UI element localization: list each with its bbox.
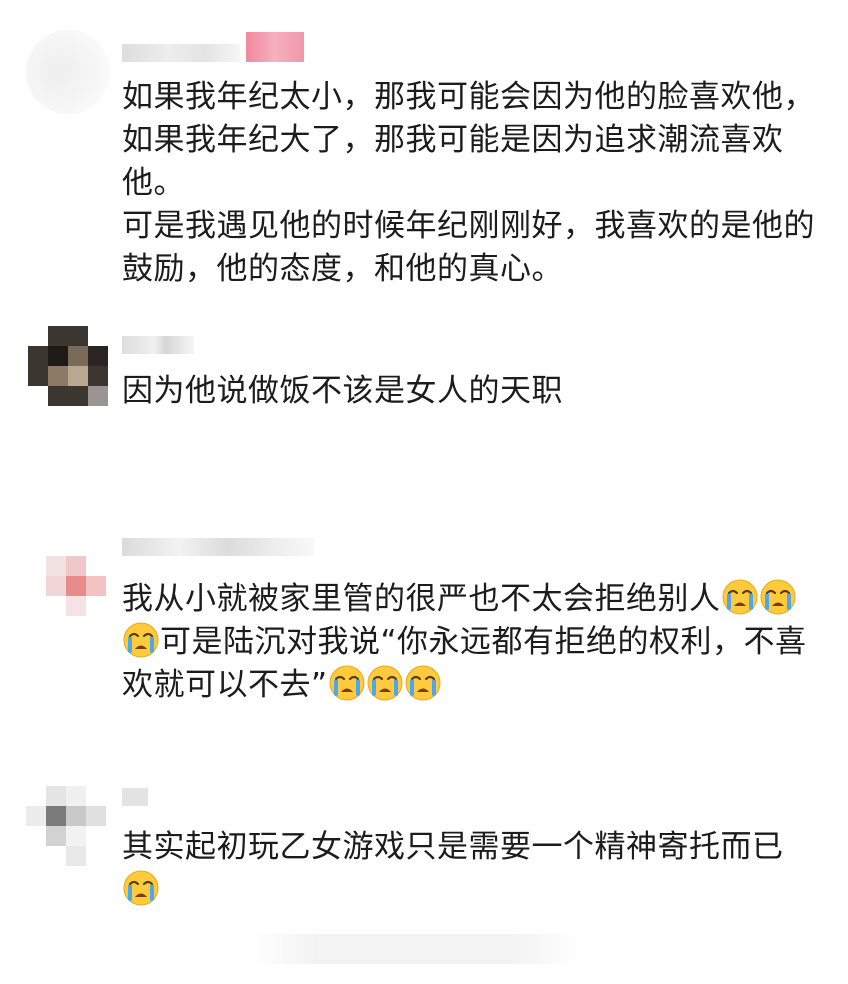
loudly-crying-face-icon (123, 870, 159, 906)
avatar[interactable] (26, 30, 110, 114)
comment-text: 其实起初玩乙女游戏只是需要一个精神寄托而已 (122, 826, 822, 912)
avatar[interactable] (26, 536, 106, 616)
loudly-crying-face-icon (759, 579, 796, 615)
loudly-crying-face-icon (123, 622, 159, 658)
comment-feed: { "comments": [ { "lines": [ "如果我年纪太小，那我… (0, 0, 848, 984)
avatar[interactable] (28, 326, 108, 406)
comment-text-segment: 可是陆沉对我说“你永远都有拒绝的权利，不喜 (160, 624, 807, 660)
comment-line: 因为他说做饭不该是女人的天职 (122, 373, 563, 409)
avatar[interactable] (26, 786, 106, 866)
comment-line: 如果我年纪太小，那我可能会因为他的脸喜欢他， (122, 79, 815, 115)
comment-line: 可是我遇见他的时候年纪刚刚好，我喜欢的是他的 (122, 208, 815, 244)
loudly-crying-face-icon (366, 665, 403, 701)
loudly-crying-face-icon (404, 665, 441, 701)
comment-line: 我从小就被家里管的很严也不太会拒绝别人 (122, 578, 822, 621)
username-blurred[interactable] (122, 44, 240, 62)
loudly-crying-face-icon (328, 665, 365, 701)
comment-line: 他。 (122, 165, 185, 201)
loudly-crying-face-icon (721, 579, 758, 615)
comment-text-segment: 我从小就被家里管的很严也不太会拒绝别人 (122, 581, 721, 617)
comment-text: 如果我年纪太小，那我可能会因为他的脸喜欢他， 如果我年纪大了，那我可能是因为追求… (122, 76, 822, 291)
comment-line: 如果我年纪大了，那我可能是因为追求潮流喜欢 (122, 122, 784, 158)
badge-blurred (246, 32, 304, 62)
comment-text: 因为他说做饭不该是女人的天职 (122, 370, 822, 413)
username-blurred[interactable] (122, 336, 194, 354)
username-blurred[interactable] (122, 538, 314, 556)
comment-line: 欢就可以不去” (122, 664, 822, 707)
comment-line: 可是陆沉对我说“你永远都有拒绝的权利，不喜 (122, 621, 822, 664)
username-blurred[interactable] (122, 788, 148, 806)
comment-text: 我从小就被家里管的很严也不太会拒绝别人 可是陆沉对我说“你永远都有拒绝的权利，不… (122, 578, 822, 707)
comment-line: 鼓励，他的态度，和他的真心。 (122, 251, 563, 287)
comment-line (122, 869, 822, 912)
comment-line: 其实起初玩乙女游戏只是需要一个精神寄托而已 (122, 829, 784, 865)
faint-footer-strip (250, 934, 580, 964)
comment-text-segment: 欢就可以不去” (122, 667, 328, 703)
